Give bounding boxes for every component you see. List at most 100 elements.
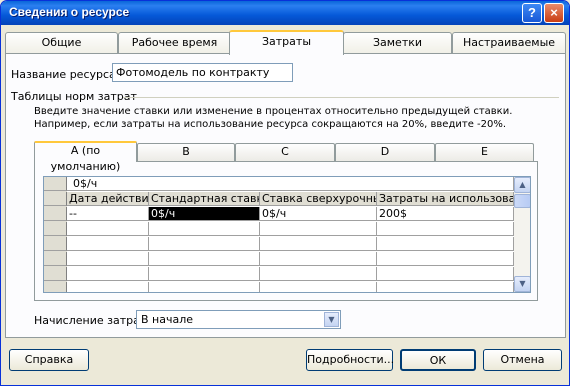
question-icon: ? xyxy=(528,5,536,20)
tab-notes[interactable]: Заметки xyxy=(343,32,452,54)
column-header-effective-date[interactable]: Дата действия xyxy=(67,192,149,206)
rate-tab-label: D xyxy=(380,145,390,158)
cancel-button[interactable]: Отмена xyxy=(483,349,562,371)
table-cell[interactable] xyxy=(67,252,149,266)
details-button[interactable]: Подробности... xyxy=(306,349,395,371)
column-header-label: Ставка сверхурочных xyxy=(262,192,377,205)
rate-tab-e[interactable]: E xyxy=(435,143,534,161)
rate-tab-d[interactable]: D xyxy=(335,143,435,161)
column-header-per-use-cost[interactable]: Затраты на использование xyxy=(377,192,514,206)
table-cell[interactable] xyxy=(377,252,514,266)
column-header-label: Затраты на использование xyxy=(379,192,513,205)
cost-accrual-label: Начисление затрат: xyxy=(34,314,150,327)
details-button-label: Подробности... xyxy=(307,353,395,366)
tab-custom-fields[interactable]: Настраиваемые поля xyxy=(452,32,566,69)
tab-label: Затраты xyxy=(261,35,312,48)
rate-tab-b[interactable]: B xyxy=(137,143,235,161)
table-cell[interactable] xyxy=(260,237,377,251)
cost-accrual-select[interactable]: В начале ▼ xyxy=(136,310,341,329)
table-cell[interactable] xyxy=(149,252,260,266)
ok-button[interactable]: ОК xyxy=(400,349,476,371)
table-cell[interactable] xyxy=(149,222,260,236)
cell-value: 200$ xyxy=(379,207,407,220)
tab-label: Заметки xyxy=(372,36,423,49)
resource-info-dialog: Сведения о ресурсе ? × Общие Рабочее вре… xyxy=(0,0,570,386)
table-cell[interactable] xyxy=(67,222,149,236)
cell-value: -- xyxy=(69,207,77,220)
column-header-standard-rate[interactable]: Стандартная ставка xyxy=(149,192,260,206)
tab-costs[interactable]: Затраты xyxy=(229,30,344,55)
scroll-thumb[interactable] xyxy=(514,194,530,208)
row-header[interactable] xyxy=(44,267,67,281)
table-cell[interactable] xyxy=(260,282,377,292)
row-header[interactable] xyxy=(44,222,67,236)
cost-accrual-value: В начале xyxy=(141,313,194,326)
column-header-overtime-rate[interactable]: Ставка сверхурочных xyxy=(260,192,377,206)
help-title-button[interactable]: ? xyxy=(522,3,542,23)
tab-general[interactable]: Общие xyxy=(5,32,118,54)
rate-tab-label: А (по умолчанию) xyxy=(50,144,121,173)
table-cell[interactable] xyxy=(149,237,260,251)
table-cell[interactable] xyxy=(149,267,260,281)
table-cell[interactable] xyxy=(377,282,514,292)
cost-rate-hint: Введите значение ставки или изменение в … xyxy=(34,106,513,130)
rate-table-panel: 0$/ч Дата действия Стандартная ставка Ст… xyxy=(34,161,538,301)
title-bar[interactable]: Сведения о ресурсе ? × xyxy=(1,1,569,25)
table-cell[interactable] xyxy=(260,267,377,281)
close-button[interactable]: × xyxy=(544,3,564,23)
table-cell[interactable] xyxy=(377,267,514,281)
grid-vertical-scrollbar[interactable]: ▲ ▼ xyxy=(514,177,530,292)
grid-edit-bar[interactable]: 0$/ч xyxy=(67,177,514,191)
table-cell[interactable] xyxy=(260,252,377,266)
chevron-down-icon: ▼ xyxy=(519,279,526,288)
column-header-label: Стандартная ставка xyxy=(151,192,260,205)
scroll-up-button[interactable]: ▲ xyxy=(514,177,530,193)
scroll-down-button[interactable]: ▼ xyxy=(514,276,530,292)
edit-bar-corner xyxy=(44,177,67,191)
table-cell[interactable]: 200$ xyxy=(377,207,514,221)
rate-tab-label: C xyxy=(281,145,289,158)
rate-tab-label: B xyxy=(182,145,190,158)
rate-tab-label: E xyxy=(481,145,488,158)
table-cell-selected[interactable]: 0$/ч xyxy=(149,207,260,221)
ok-button-label: ОК xyxy=(429,354,447,367)
cost-rate-tables-label: Таблицы норм затрат xyxy=(11,90,137,103)
chevron-up-icon: ▲ xyxy=(519,180,526,189)
table-cell[interactable] xyxy=(67,267,149,281)
resource-name-value: Фотомодель по контракту xyxy=(116,66,270,79)
cancel-button-label: Отмена xyxy=(500,353,545,366)
tab-label: Общие xyxy=(41,36,82,49)
rate-tab-c[interactable]: C xyxy=(235,143,335,161)
table-cell[interactable] xyxy=(377,237,514,251)
row-header[interactable] xyxy=(44,282,67,292)
table-cell[interactable] xyxy=(67,237,149,251)
cost-rate-grid[interactable]: 0$/ч Дата действия Стандартная ставка Ст… xyxy=(43,176,531,293)
cell-value: 0$/ч xyxy=(262,207,287,220)
resource-name-label: Название ресурса: xyxy=(11,68,120,81)
edit-bar-value: 0$/ч xyxy=(73,177,98,190)
close-icon: × xyxy=(550,5,558,20)
chevron-down-icon[interactable]: ▼ xyxy=(324,312,339,327)
row-header[interactable] xyxy=(44,252,67,266)
table-cell[interactable]: 0$/ч xyxy=(260,207,377,221)
row-header[interactable] xyxy=(44,207,67,221)
window-title: Сведения о ресурсе xyxy=(9,5,130,19)
rate-table-tabs: А (по умолчанию) B C D E xyxy=(34,141,534,173)
table-cell[interactable] xyxy=(67,282,149,292)
tab-label: Рабочее время xyxy=(131,36,218,49)
group-divider xyxy=(123,97,559,98)
table-cell[interactable] xyxy=(149,282,260,292)
cell-value: 0$/ч xyxy=(151,207,176,220)
tab-strip: Общие Рабочее время Затраты Заметки Наст… xyxy=(5,30,567,69)
table-cell[interactable] xyxy=(260,222,377,236)
table-cell[interactable]: -- xyxy=(67,207,149,221)
help-button[interactable]: Справка xyxy=(9,349,89,371)
resource-name-field[interactable]: Фотомодель по контракту xyxy=(112,63,293,82)
rate-tab-a-default[interactable]: А (по умолчанию) xyxy=(34,141,137,173)
table-cell[interactable] xyxy=(377,222,514,236)
tab-working-time[interactable]: Рабочее время xyxy=(118,32,231,54)
column-header-label: Дата действия xyxy=(69,192,149,205)
header-corner xyxy=(44,192,67,206)
row-header[interactable] xyxy=(44,237,67,251)
help-button-label: Справка xyxy=(24,353,74,366)
